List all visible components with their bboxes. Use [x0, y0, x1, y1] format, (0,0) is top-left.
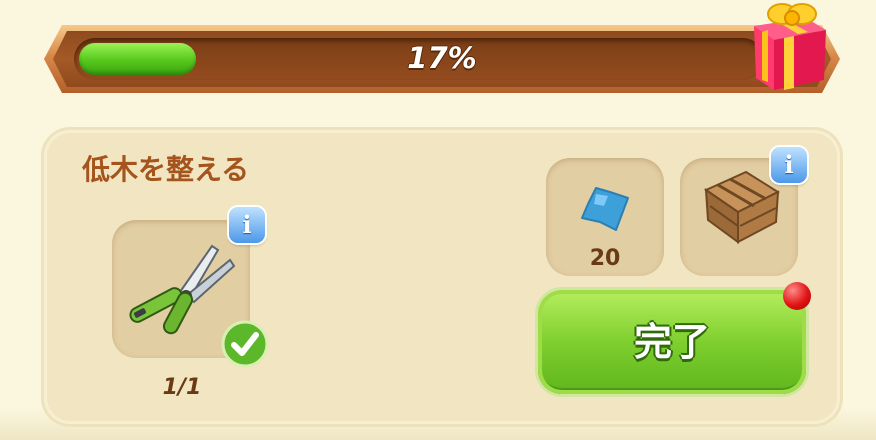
- blue-gem-icon: [581, 187, 629, 231]
- info-icon: i: [784, 150, 794, 179]
- notification-dot: [783, 282, 811, 310]
- tool-count: 1/1: [162, 375, 202, 400]
- progress-fill: [79, 43, 197, 75]
- complete-button-label: 完了: [633, 320, 710, 364]
- tool-info-button[interactable]: i: [229, 207, 265, 243]
- task-title: 低木を整える: [82, 153, 250, 186]
- checkmark-icon: [221, 320, 269, 368]
- wooden-crate-icon: [703, 170, 781, 244]
- progress-percent: 17%: [407, 41, 477, 75]
- gem-amount: 20: [589, 246, 621, 271]
- complete-button[interactable]: 完了: [538, 290, 806, 394]
- info-icon: i: [242, 210, 252, 239]
- gift-box-icon[interactable]: [748, 0, 832, 92]
- crate-info-button[interactable]: i: [771, 147, 807, 183]
